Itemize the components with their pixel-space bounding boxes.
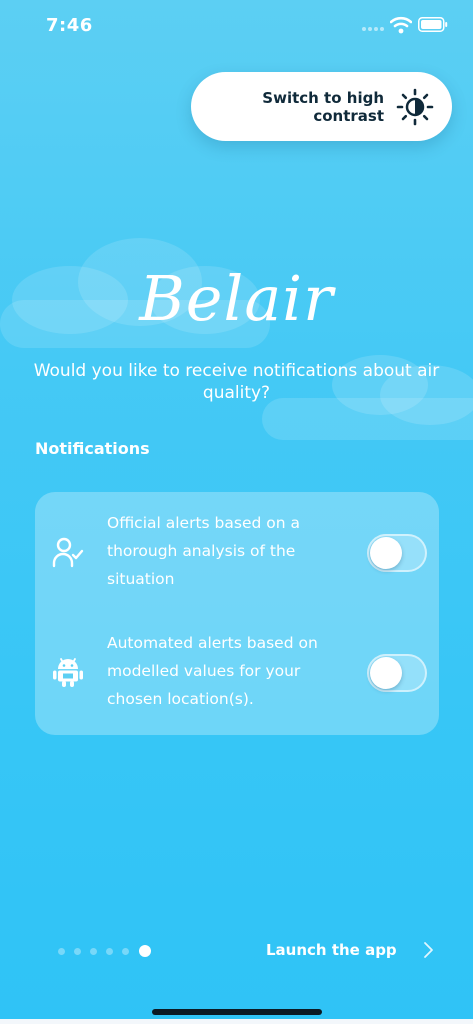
toggle-knob: [370, 657, 402, 689]
launch-app-button[interactable]: Launch the app: [266, 937, 435, 963]
official-alerts-toggle[interactable]: [367, 534, 427, 572]
contrast-sun-icon: [396, 88, 434, 125]
notification-option-text: Automated alerts based on modelled value…: [107, 634, 318, 708]
notifications-card: Official alerts based on a thorough anal…: [35, 492, 439, 735]
status-bar: 7:46: [0, 0, 473, 54]
high-contrast-button[interactable]: Switch to high contrast: [191, 72, 452, 141]
notification-option-text: Official alerts based on a thorough anal…: [107, 514, 300, 588]
page-dot[interactable]: [90, 948, 97, 955]
section-title: Notifications: [35, 439, 150, 458]
chevron-right-icon: [423, 942, 433, 958]
automated-alerts-toggle[interactable]: [367, 654, 427, 692]
page-dot[interactable]: [106, 948, 113, 955]
page-dot[interactable]: [58, 948, 65, 955]
page-dot[interactable]: [74, 948, 81, 955]
notification-option-official: Official alerts based on a thorough anal…: [35, 504, 439, 614]
home-indicator[interactable]: [152, 1009, 322, 1015]
page-dot-active[interactable]: [139, 945, 151, 957]
user-check-icon: [52, 537, 84, 568]
status-time: 7:46: [46, 15, 93, 36]
onboarding-screen: 7:46 Switch to high contrast Belair Woul…: [0, 0, 473, 1024]
toggle-knob: [370, 537, 402, 569]
signal-icon: [362, 27, 384, 33]
bottom-strip: [0, 1019, 473, 1024]
page-dot[interactable]: [122, 948, 129, 955]
onboarding-question: Would you like to receive notifications …: [33, 361, 440, 403]
launch-app-label: Launch the app: [266, 941, 397, 959]
high-contrast-label: Switch to high contrast: [262, 88, 384, 125]
android-robot-icon: [53, 658, 83, 687]
battery-icon: [418, 17, 448, 32]
wifi-icon: [390, 16, 412, 34]
belair-logo: Belair: [139, 262, 334, 335]
notification-option-automated: Automated alerts based on modelled value…: [35, 624, 439, 734]
